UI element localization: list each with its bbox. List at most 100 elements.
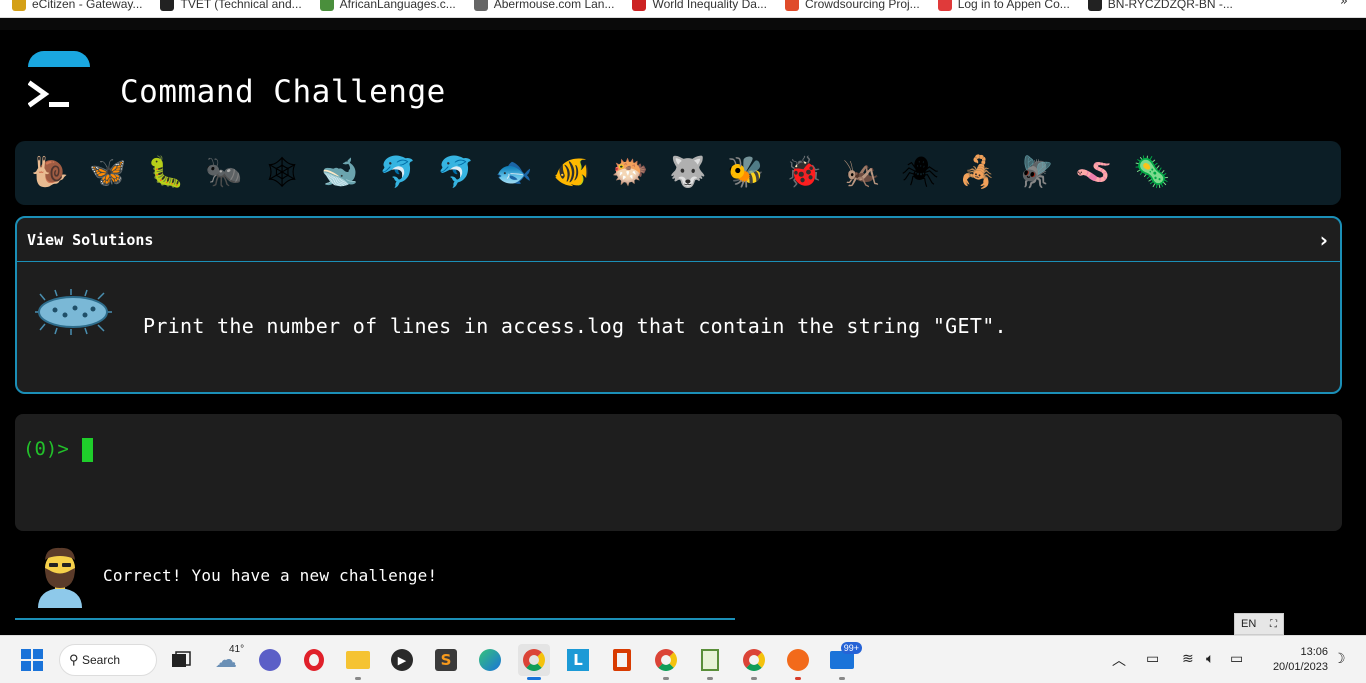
taskbar-app-media-player[interactable]: ▶: [386, 644, 418, 676]
microbe-icon: [35, 289, 112, 335]
critter-icon[interactable]: 🦠: [1129, 151, 1175, 195]
speaker-icon[interactable]: 🔈︎: [1206, 650, 1214, 667]
critter-icon[interactable]: 🕷: [897, 151, 943, 195]
bookmark-favicon-icon: [784, 0, 799, 11]
taskbar-app-file-explorer[interactable]: [342, 644, 374, 680]
running-indicator: [527, 677, 541, 680]
start-button[interactable]: [16, 644, 48, 676]
expand-icon: ⛶: [1270, 618, 1277, 630]
search-icon: ⚲: [69, 652, 79, 667]
critter-icon[interactable]: 🐌: [27, 151, 73, 195]
critter-icon[interactable]: 🐜: [201, 151, 247, 195]
taskbar-app-edge[interactable]: [474, 644, 506, 676]
critter-icon[interactable]: 🐋: [317, 151, 363, 195]
bookmark-favicon-icon: [1087, 0, 1102, 11]
weather-temperature: 41°: [229, 644, 245, 655]
critter-icon[interactable]: 🐠: [549, 151, 595, 195]
wifi-icon[interactable]: ≋: [1182, 650, 1194, 667]
bookmark-item[interactable]: BN-RYCZDZQR-BN -...: [1087, 0, 1233, 11]
critter-icon[interactable]: 🐞: [781, 151, 827, 195]
critter-icon[interactable]: 🐺: [665, 151, 711, 195]
bookmark-favicon-icon: [937, 0, 952, 11]
critter-icon[interactable]: 🪰: [1013, 151, 1059, 195]
critter-icon[interactable]: 🐝: [723, 151, 769, 195]
bookmark-favicon-icon: [319, 0, 334, 11]
chevron-up-icon[interactable]: ︿: [1112, 650, 1126, 670]
critter-icon[interactable]: 🦋: [85, 151, 131, 195]
taskbar-app-sublime[interactable]: S: [430, 644, 462, 676]
bookmark-item[interactable]: Crowdsourcing Proj...: [784, 0, 920, 11]
task-view-button[interactable]: [165, 644, 197, 676]
bookmark-item[interactable]: TVET (Technical and...: [160, 0, 302, 11]
monitor-icon[interactable]: ▭: [1146, 650, 1159, 667]
terminal-prompt: (0)>: [23, 438, 69, 460]
taskbar-clock[interactable]: 13:06 20/01/2023: [1258, 645, 1328, 675]
taskbar-app-mail[interactable]: 99+: [826, 642, 862, 680]
terminal-input[interactable]: (0)>: [15, 414, 1342, 531]
critter-icon[interactable]: 🐟: [491, 151, 537, 195]
divider: [15, 618, 735, 620]
edge-icon: [479, 649, 501, 671]
running-indicator: [707, 677, 713, 680]
taskbar-app-chrome-3[interactable]: [738, 644, 770, 680]
critter-progress-bar: 🐌 🦋 🐛 🐜 🕸 🐋 🐬 🐬 🐟 🐠 🐡 🐺 🐝 🐞 🦗 🕷 🦂 🪰 🪱 🦠: [15, 141, 1341, 205]
view-solutions-label: View Solutions: [27, 230, 154, 249]
clock-date: 20/01/2023: [1272, 661, 1328, 673]
critter-icon[interactable]: 🕸: [259, 151, 305, 195]
language-label: EN: [1241, 618, 1257, 630]
view-solutions-toggle[interactable]: View Solutions ›: [17, 218, 1340, 262]
bookmark-item[interactable]: World Inequality Da...: [632, 0, 767, 11]
taskbar-app-opera[interactable]: [298, 644, 330, 676]
critter-icon[interactable]: 🐛: [143, 151, 189, 195]
office-icon: [613, 649, 631, 671]
terminal-logo-icon: [28, 80, 69, 108]
critter-icon[interactable]: 🐬: [433, 151, 479, 195]
taskbar-app-office[interactable]: [606, 644, 638, 676]
running-indicator: [751, 677, 757, 680]
critter-icon[interactable]: 🐬: [375, 151, 421, 195]
bookmark-item[interactable]: Abermouse.com Lan...: [473, 0, 615, 11]
bookmark-favicon-icon: [473, 0, 488, 11]
feedback-message: Correct! You have a new challenge!: [103, 566, 438, 585]
bookmarks-more-button[interactable]: »: [1340, 0, 1348, 9]
mail-badge: 99+: [840, 642, 862, 654]
running-indicator: [663, 677, 669, 680]
bookmarks-bar: eCitizen - Gateway... TVET (Technical and…: [0, 0, 1366, 18]
running-indicator: [839, 677, 845, 680]
chrome-icon: [655, 649, 677, 671]
windows-icon: [21, 649, 43, 671]
top-strip: [0, 18, 1366, 30]
critter-icon[interactable]: 🐡: [607, 151, 653, 195]
taskbar-app-chrome-2[interactable]: [650, 644, 682, 680]
taskbar-app-avast[interactable]: [782, 644, 814, 680]
bookmark-label: Log in to Appen Co...: [957, 0, 1070, 11]
running-indicator: [355, 677, 361, 680]
l-app-icon: L: [567, 649, 589, 671]
taskbar-app-chat[interactable]: [254, 644, 286, 676]
bookmark-item[interactable]: eCitizen - Gateway...: [12, 0, 142, 11]
bookmark-item[interactable]: AfricanLanguages.c...: [319, 0, 456, 11]
bookmark-label: Abermouse.com Lan...: [493, 0, 615, 11]
notepad-icon: [701, 649, 719, 671]
critter-icon[interactable]: 🪱: [1071, 151, 1117, 195]
bookmark-label: AfricanLanguages.c...: [339, 0, 456, 11]
bookmark-item[interactable]: Log in to Appen Co...: [937, 0, 1070, 11]
avast-icon: [787, 649, 809, 671]
critter-icon[interactable]: 🦂: [955, 151, 1001, 195]
language-indicator[interactable]: EN ⛶: [1234, 613, 1284, 635]
taskbar-app-l[interactable]: L: [562, 644, 594, 676]
critter-icon[interactable]: 🦗: [839, 151, 885, 195]
page: Command Challenge 🐌 🦋 🐛 🐜 🕸 🐋 🐬 🐬 🐟 🐠 🐡 🐺 🐝 🐞 🦗 🕷 🦂 🪰 🪱 🦠 V…: [0, 18, 1366, 635]
battery-icon[interactable]: ▭: [1230, 650, 1243, 667]
avatar: [38, 547, 82, 608]
challenge-text: Print the number of lines in access.log …: [143, 314, 1007, 338]
task-view-icon: [172, 651, 191, 667]
page-title: Command Challenge: [120, 74, 446, 110]
notifications-icon[interactable]: ☽: [1333, 650, 1346, 667]
taskbar-search[interactable]: ⚲ Search: [59, 644, 157, 676]
running-indicator: [795, 677, 801, 680]
taskbar-app-notepad[interactable]: [694, 644, 726, 680]
chevron-right-icon[interactable]: ›: [1320, 228, 1328, 252]
bookmark-label: BN-RYCZDZQR-BN -...: [1107, 0, 1233, 11]
taskbar-app-chrome-active[interactable]: [518, 644, 550, 680]
